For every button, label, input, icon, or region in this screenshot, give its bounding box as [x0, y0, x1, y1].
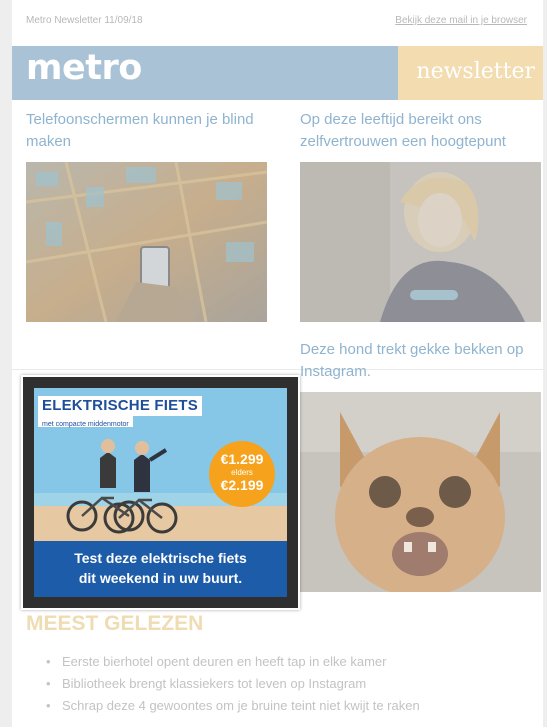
page-left-margin: [0, 0, 12, 727]
ad-title: ELEKTRISCHE FIETS: [42, 397, 198, 414]
most-read-list: • Eerste bierhotel opent deuren en heeft …: [46, 651, 420, 717]
price-new: €1.299: [220, 451, 264, 467]
most-read-heading: MEEST GELEZEN: [26, 612, 204, 635]
list-item[interactable]: • Schrap deze 4 gewoontes om je bruine te…: [46, 695, 420, 717]
view-in-browser-link[interactable]: Bekijk deze mail in je browser: [395, 15, 527, 26]
ad-content: ELEKTRISCHE FIETS met compacte middenmot…: [34, 388, 287, 597]
article-image-woman[interactable]: [300, 162, 541, 322]
article-title-phone-screens[interactable]: Telefoonschermen kunnen je blind maken: [26, 109, 256, 153]
aerial-city-night-phone-photo: [26, 162, 267, 322]
newsletter-topbar: Metro Newsletter 11/09/18 Bekijk deze ma…: [12, 0, 543, 40]
price-badge: €1.299 elders €2.199: [209, 441, 275, 507]
newsletter-header: metro newsletter: [12, 46, 543, 100]
ad-cta-line2: dit weekend in uw buurt.: [78, 570, 243, 586]
ad-cta-line1: Test deze elektrische fiets: [74, 550, 247, 566]
list-item-label: Bibliotheek brengt klassiekers tot leven…: [62, 676, 367, 691]
bullet-icon: •: [46, 676, 51, 691]
list-item[interactable]: • Eerste bierhotel opent deuren en heeft …: [46, 651, 420, 673]
woman-smiling-photo: [300, 162, 541, 322]
price-label: elders: [231, 468, 253, 477]
article-image-aerial-city[interactable]: [26, 162, 267, 322]
newsletter-body: Metro Newsletter 11/09/18 Bekijk deze ma…: [12, 0, 543, 727]
article-title-self-confidence[interactable]: Op deze leeftijd bereikt ons zelfvertrou…: [300, 109, 540, 153]
ad-subtitle: met compacte middenmotor: [42, 421, 129, 428]
dog-funny-face-photo: [300, 392, 541, 592]
price-old: €2.199: [220, 477, 264, 493]
metro-logo[interactable]: metro: [26, 48, 142, 88]
article-image-dog[interactable]: [300, 392, 541, 592]
list-item-label: Eerste bierhotel opent deuren en heeft t…: [62, 654, 387, 669]
ad-subtitle-box: met compacte middenmotor: [38, 416, 133, 428]
bullet-icon: •: [46, 698, 51, 713]
ad-title-box: ELEKTRISCHE FIETS: [38, 396, 202, 416]
article-title-dog[interactable]: Deze hond trekt gekke bekken op Instagra…: [300, 339, 540, 383]
header-yellow-block: newsletter: [398, 46, 543, 100]
bike-advertisement[interactable]: ELEKTRISCHE FIETS met compacte middenmot…: [21, 375, 300, 610]
list-item-label: Schrap deze 4 gewoontes om je bruine tei…: [62, 698, 420, 713]
list-item[interactable]: • Bibliotheek brengt klassiekers tot leve…: [46, 673, 420, 695]
newsletter-date: Metro Newsletter 11/09/18: [26, 15, 143, 26]
bullet-icon: •: [46, 654, 51, 669]
page-right-margin: [543, 0, 547, 727]
newsletter-tag: newsletter: [416, 59, 535, 84]
ad-cta-banner[interactable]: Test deze elektrische fiets dit weekend …: [34, 541, 287, 597]
